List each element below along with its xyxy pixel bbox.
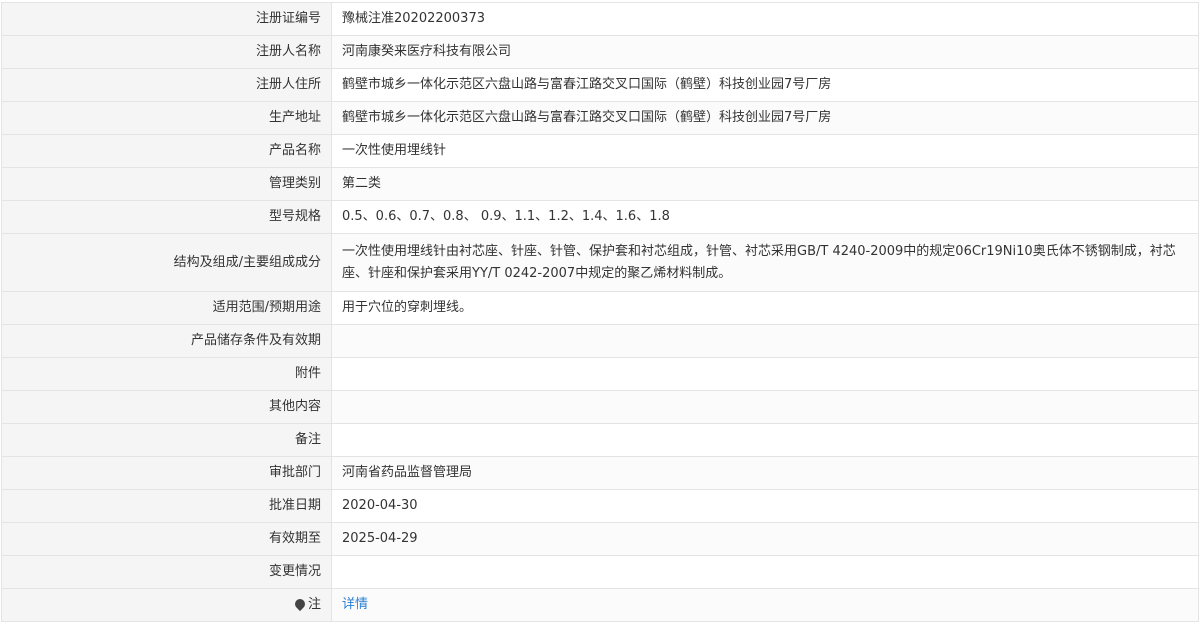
- row-label: 注册人名称: [1, 35, 332, 69]
- row-value: [331, 324, 1199, 358]
- row-label: 注册证编号: [1, 2, 332, 36]
- row-value: 豫械注准20202200373: [331, 2, 1199, 36]
- row-label: 有效期至: [1, 522, 332, 556]
- row-label: 备注: [1, 423, 332, 457]
- row-registrant-address: 注册人住所 鹤壁市城乡一体化示范区六盘山路与富春江路交叉口国际（鹤壁）科技创业园…: [1, 68, 1199, 102]
- row-value: [331, 555, 1199, 589]
- row-registration-number: 注册证编号 豫械注准20202200373: [1, 2, 1199, 36]
- note-value-cell: 详情: [331, 588, 1199, 622]
- row-label: 注册人住所: [1, 68, 332, 102]
- row-approval-department: 审批部门 河南省药品监督管理局: [1, 456, 1199, 490]
- row-approval-date: 批准日期 2020-04-30: [1, 489, 1199, 523]
- row-label: 变更情况: [1, 555, 332, 589]
- pin-icon: [292, 596, 308, 612]
- row-remarks: 备注: [1, 423, 1199, 457]
- row-management-category: 管理类别 第二类: [1, 167, 1199, 201]
- row-other-content: 其他内容: [1, 390, 1199, 424]
- row-label: 其他内容: [1, 390, 332, 424]
- row-valid-until: 有效期至 2025-04-29: [1, 522, 1199, 556]
- row-intended-use: 适用范围/预期用途 用于穴位的穿刺埋线。: [1, 291, 1199, 325]
- row-value: 一次性使用埋线针: [331, 134, 1199, 168]
- row-storage-validity: 产品储存条件及有效期: [1, 324, 1199, 358]
- registration-detail-table: 注册证编号 豫械注准20202200373 注册人名称 河南康癸来医疗科技有限公…: [1, 2, 1199, 622]
- row-label: 管理类别: [1, 167, 332, 201]
- row-note: 注 详情: [1, 588, 1199, 622]
- row-value: 河南省药品监督管理局: [331, 456, 1199, 490]
- row-model-spec: 型号规格 0.5、0.6、0.7、0.8、 0.9、1.1、1.2、1.4、1.…: [1, 200, 1199, 234]
- row-label: 批准日期: [1, 489, 332, 523]
- row-value: [331, 390, 1199, 424]
- row-label: 适用范围/预期用途: [1, 291, 332, 325]
- row-registrant-name: 注册人名称 河南康癸来医疗科技有限公司: [1, 35, 1199, 69]
- row-value: [331, 423, 1199, 457]
- row-label: 生产地址: [1, 101, 332, 135]
- row-value: [331, 357, 1199, 391]
- details-link[interactable]: 详情: [342, 597, 368, 612]
- row-change-status: 变更情况: [1, 555, 1199, 589]
- row-value: 河南康癸来医疗科技有限公司: [331, 35, 1199, 69]
- row-attachment: 附件: [1, 357, 1199, 391]
- row-production-address: 生产地址 鹤壁市城乡一体化示范区六盘山路与富春江路交叉口国际（鹤壁）科技创业园7…: [1, 101, 1199, 135]
- row-label: 审批部门: [1, 456, 332, 490]
- row-label: 型号规格: [1, 200, 332, 234]
- row-value: 2020-04-30: [331, 489, 1199, 523]
- row-label: 附件: [1, 357, 332, 391]
- row-value: 鹤壁市城乡一体化示范区六盘山路与富春江路交叉口国际（鹤壁）科技创业园7号厂房: [331, 101, 1199, 135]
- row-label: 结构及组成/主要组成成分: [1, 233, 332, 292]
- row-structure-composition: 结构及组成/主要组成成分 一次性使用埋线针由衬芯座、针座、针管、保护套和衬芯组成…: [1, 233, 1199, 292]
- row-label: 产品储存条件及有效期: [1, 324, 332, 358]
- row-label: 产品名称: [1, 134, 332, 168]
- row-value: 2025-04-29: [331, 522, 1199, 556]
- note-label: 注: [307, 597, 321, 612]
- note-label-cell: 注: [1, 588, 332, 622]
- row-value: 0.5、0.6、0.7、0.8、 0.9、1.1、1.2、1.4、1.6、1.8: [331, 200, 1199, 234]
- row-value: 用于穴位的穿刺埋线。: [331, 291, 1199, 325]
- row-value: 一次性使用埋线针由衬芯座、针座、针管、保护套和衬芯组成，针管、衬芯采用GB/T …: [331, 233, 1199, 292]
- row-product-name: 产品名称 一次性使用埋线针: [1, 134, 1199, 168]
- row-value: 鹤壁市城乡一体化示范区六盘山路与富春江路交叉口国际（鹤壁）科技创业园7号厂房: [331, 68, 1199, 102]
- row-value: 第二类: [331, 167, 1199, 201]
